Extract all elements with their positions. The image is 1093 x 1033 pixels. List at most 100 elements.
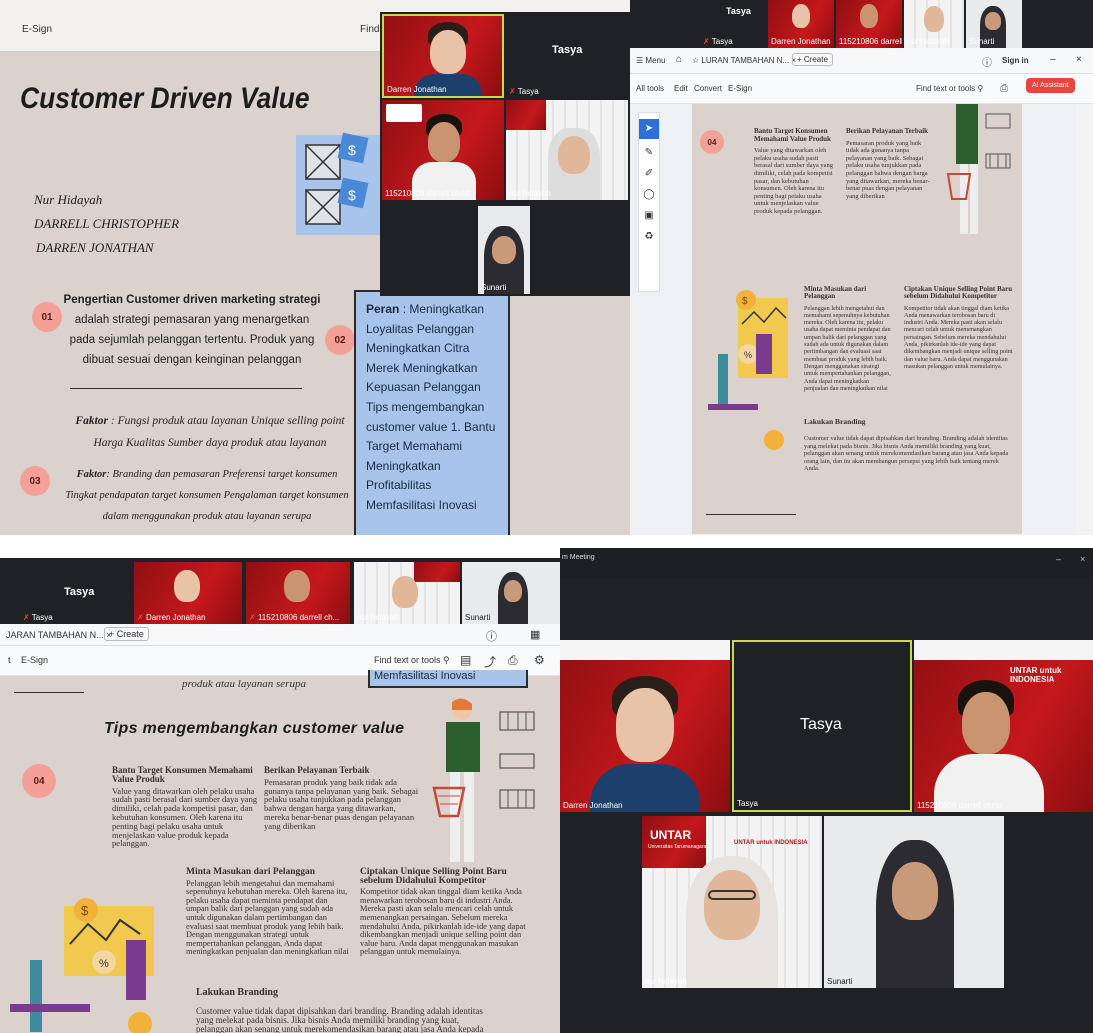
- author-name: DARRELL CHRISTOPHER: [34, 216, 180, 231]
- participant-tile[interactable]: nur hidayah: [506, 100, 628, 200]
- banner-logo-text: UNTAR: [650, 828, 692, 842]
- svg-text:$: $: [742, 296, 748, 307]
- tip-title: Minta Masukan dari Pelanggan: [804, 285, 867, 301]
- help-icon[interactable]: ⓘ: [486, 628, 497, 644]
- tip-column: Ciptakan Unique Selling Point Baru sebel…: [904, 285, 1014, 370]
- participant-tile[interactable]: Sunarti: [478, 206, 530, 294]
- help-icon[interactable]: ⓘ: [982, 54, 992, 69]
- tip-title: Berikan Pelayanan Terbaik: [846, 127, 929, 135]
- esign-button[interactable]: E-Sign: [728, 84, 752, 93]
- esign-button[interactable]: t E-Sign: [8, 655, 48, 665]
- text-tool-icon[interactable]: ▣: [639, 210, 659, 221]
- definition-body: adalah strategi pemasaran yang menargetk…: [69, 314, 315, 366]
- participant-tile[interactable]: Tasya ✗ Tasya: [20, 558, 130, 624]
- edit-button[interactable]: Edit: [674, 84, 688, 93]
- participant-tile[interactable]: Darren Jonathan: [382, 14, 504, 98]
- participant-name: nur hidayah: [907, 37, 949, 46]
- role-body: : Meningkatkan Loyalitas Pelanggan Menin…: [366, 302, 496, 512]
- role-box-tail: Memfasilitasi Inovasi: [368, 670, 528, 688]
- participant-name: Darren Jonathan: [387, 85, 447, 94]
- factor-body: : Branding dan pemasaran Preferensi targ…: [65, 469, 349, 522]
- draw-tool-icon[interactable]: ✐: [639, 168, 659, 179]
- participant-name: ✗ Tasya: [23, 613, 53, 622]
- apps-icon[interactable]: ▦: [530, 628, 540, 641]
- sign-in-button[interactable]: Sign in: [1002, 56, 1029, 65]
- participant-avatar-name: Tasya: [552, 44, 583, 56]
- stamp-tool-icon[interactable]: ♻: [639, 231, 659, 242]
- tip-body: Kompetitor tidak akan tinggal diam ketik…: [904, 304, 1013, 370]
- participant-tile[interactable]: nur hidayah: [354, 562, 460, 624]
- participant-tile[interactable]: Darren Jonathan: [560, 640, 730, 812]
- participant-name: ✗ Tasya: [703, 37, 733, 46]
- participant-tile[interactable]: Darren Jonathan: [768, 0, 834, 48]
- all-tools-button[interactable]: All tools: [636, 84, 664, 93]
- comment-tool-icon[interactable]: ✎: [639, 147, 659, 158]
- participant-tile[interactable]: 115210806 darrell ch: [836, 0, 902, 48]
- participant-tile[interactable]: UNTAR Universitas Tarumanagara UNTAR unt…: [642, 816, 822, 988]
- shopper-illustration: [432, 698, 535, 862]
- tip-body: Value yang ditawarkan oleh pelaku usaha …: [112, 785, 258, 849]
- factor-paragraph-2: Faktor: Branding dan pemasaran Preferens…: [62, 464, 352, 527]
- author-name: Nur Hidayah: [34, 192, 103, 207]
- participant-name: ✗ Darren Jonathan: [137, 613, 206, 622]
- lasso-tool-icon[interactable]: ◯: [639, 189, 659, 200]
- create-tab-button[interactable]: + Create: [104, 627, 149, 641]
- participant-name: Sunarti: [969, 37, 995, 46]
- participant-tile[interactable]: Sunarti: [966, 0, 1022, 48]
- close-window-icon[interactable]: ×: [1076, 54, 1082, 65]
- esign-tool[interactable]: E-Sign: [22, 24, 52, 35]
- participant-avatar-name: Tasya: [64, 586, 95, 598]
- tip-title: Bantu Target Konsumen Memahami Value Pro…: [112, 765, 253, 784]
- factor-body: : Fungsi produk atau layanan Unique sell…: [93, 415, 345, 449]
- browser-tab-bar: ☰ Menu ⌂ ☆ LURAN TAMBAHAN N... × + Creat…: [630, 48, 1093, 74]
- tip-title: Ciptakan Unique Selling Point Baru sebel…: [360, 867, 507, 886]
- home-icon[interactable]: ⌂: [676, 54, 682, 65]
- presentation-slide-panel: E-Sign Find te Customer Driven Value $ $…: [0, 0, 630, 535]
- participant-tile[interactable]: ✗ Darren Jonathan: [134, 562, 242, 624]
- participant-tile[interactable]: UNTAR untuk INDONESIA 115210806 darrell …: [914, 640, 1093, 812]
- tip-column: Bantu Target Konsumen Memahami Value Pro…: [754, 127, 834, 216]
- badge-03: 03: [20, 466, 50, 496]
- ai-assistant-button[interactable]: AI Assistant: [1026, 78, 1075, 93]
- role-label: Peran: [366, 302, 400, 316]
- participant-tile[interactable]: Sunarti: [824, 816, 1004, 988]
- participant-name: 115210806 darrell christ: [385, 189, 471, 198]
- minimize-icon[interactable]: –: [1050, 54, 1056, 65]
- tip-body: Pelanggan lebih mengetahui dan memahami …: [804, 304, 891, 392]
- find-tool[interactable]: Find text or tools ⚲: [916, 84, 983, 93]
- tip-column: Ciptakan Unique Selling Point Baru sebel…: [360, 867, 536, 957]
- print-icon[interactable]: ⎙: [1000, 83, 1008, 94]
- divider: [706, 514, 796, 515]
- scrollbar[interactable]: [1076, 104, 1093, 535]
- menu-button[interactable]: ☰ Menu: [636, 56, 665, 65]
- tip-column: Bantu Target Konsumen Memahami Value Pro…: [112, 766, 262, 848]
- search-icon: ⚲: [443, 655, 450, 665]
- participant-tile[interactable]: Tasya ✗ Tasya: [506, 14, 628, 98]
- document-tab[interactable]: ☆ LURAN TAMBAHAN N... ×: [692, 56, 796, 65]
- settings-icon[interactable]: ⚙: [534, 653, 545, 667]
- document-tab[interactable]: JARAN TAMBAHAN N... ×: [6, 630, 111, 640]
- minimize-icon[interactable]: –: [1056, 554, 1061, 564]
- print-icon[interactable]: ⎙: [508, 653, 518, 668]
- participant-tile[interactable]: Sunarti: [462, 562, 560, 624]
- select-tool-icon[interactable]: ➤: [639, 119, 659, 139]
- participant-tile[interactable]: nur hidayah: [904, 0, 964, 48]
- participant-name: nur hidayah: [509, 189, 551, 198]
- participant-tile-active[interactable]: Tasya Tasya: [732, 640, 912, 812]
- participant-avatar-name: Tasya: [726, 6, 751, 16]
- tip-title: Lakukan Branding: [804, 417, 866, 426]
- participant-name: nur hidayah: [357, 613, 399, 622]
- participant-tile[interactable]: 115210806 darrell christ: [382, 100, 504, 200]
- window-title: m Meeting: [562, 554, 595, 561]
- find-tool[interactable]: Find text or tools ⚲: [374, 655, 450, 666]
- tip-title: Minta Masukan dari Pelanggan: [186, 867, 316, 877]
- share-icon[interactable]: ⤴: [484, 653, 496, 670]
- pdf-toolbar: All tools Edit Convert E-Sign Find text …: [630, 74, 1093, 104]
- convert-button[interactable]: Convert: [694, 84, 722, 93]
- badge-02: 02: [325, 325, 355, 355]
- create-tab-button[interactable]: + Create: [792, 53, 833, 66]
- close-window-icon[interactable]: ×: [1080, 554, 1085, 564]
- comment-icon[interactable]: ▤: [460, 653, 471, 667]
- participant-name: Darren Jonathan: [771, 37, 831, 46]
- participant-tile[interactable]: ✗ 115210806 darrell ch...: [246, 562, 350, 624]
